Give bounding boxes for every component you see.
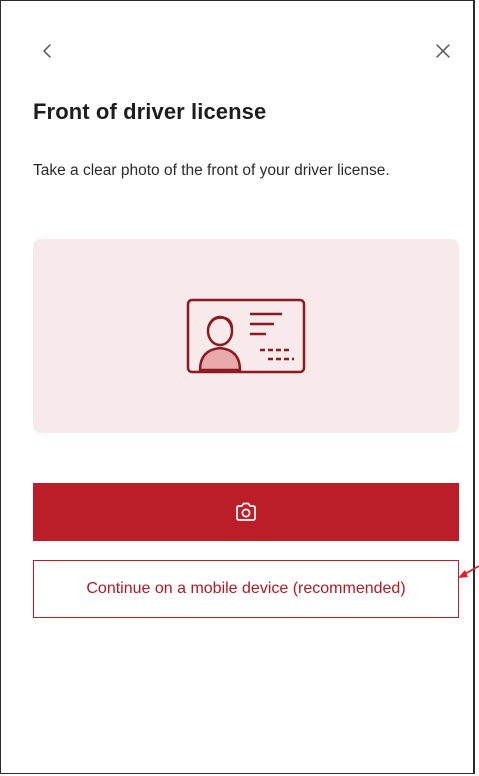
continue-on-mobile-button[interactable]: Continue on a mobile device (recommended… xyxy=(33,560,459,618)
annotation-arrow-icon xyxy=(458,565,479,578)
instruction-text: Take a clear photo of the front of your … xyxy=(33,162,390,179)
page-title: Front of driver license xyxy=(33,99,267,124)
chevron-left-icon xyxy=(43,44,51,58)
close-button[interactable] xyxy=(429,37,457,65)
camera-icon xyxy=(236,502,256,521)
back-button[interactable] xyxy=(33,37,61,65)
verification-dialog: Front of driver license Take a clear pho… xyxy=(0,0,475,774)
close-icon xyxy=(436,44,450,58)
id-card-icon xyxy=(186,298,306,374)
illustration-card xyxy=(33,239,459,433)
take-photo-button[interactable] xyxy=(33,483,459,541)
